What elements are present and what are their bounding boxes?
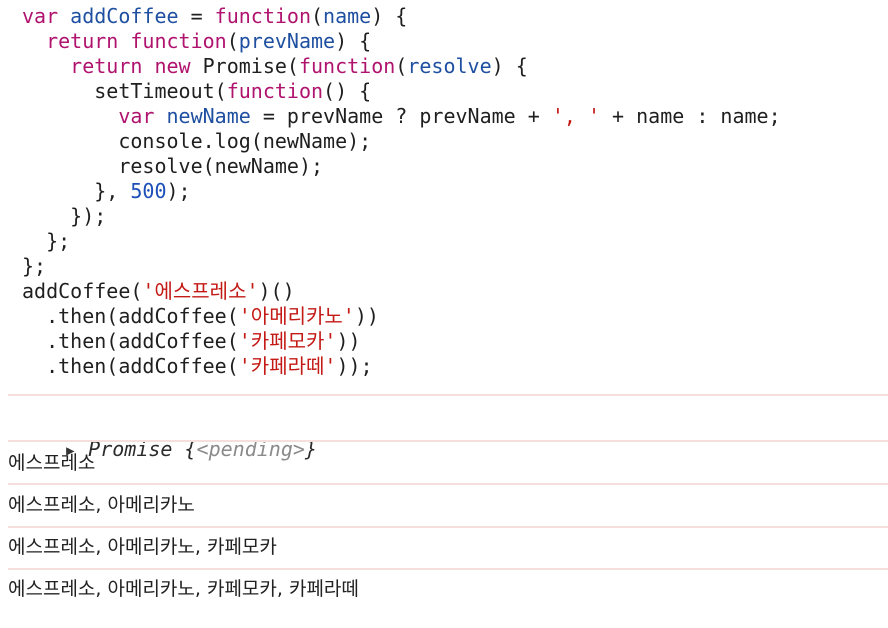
code-token: var [22,4,59,28]
code-token: resolve(newName); [22,154,324,178]
code-token: }); [22,204,107,228]
code-token: '아메리카노' [238,304,355,328]
console-log-line: 에스프레소, 아메리카노, 카페모카, 카페라떼 [8,578,359,600]
code-token: ( [226,29,239,53]
code-token: addCoffee [70,4,179,28]
code-token: ', ' [551,104,600,128]
code-token: ); [166,179,191,203]
code-token: name [323,4,372,28]
code-token: ) { [371,4,408,28]
code-token: function [298,54,396,78]
separator [8,440,888,442]
code-token: }, [22,179,131,203]
code-token: '카페모카' [238,329,337,353]
console-log-line: 에스프레소 [8,452,96,474]
code-token: addCoffee( [22,279,143,303]
code-token: () { [323,79,372,103]
code-token: newName [166,104,251,128]
code-token: }; [22,229,71,253]
code-token: prevName [238,29,336,53]
code-line: var addCoffee = function(name) { [22,4,781,29]
console-log-line: 에스프레소, 아메리카노, 카페모카 [8,536,277,558]
code-line: .then(addCoffee('카페모카')) [22,329,781,354]
promise-result-row[interactable]: ▶ Promise {<pending>} [18,404,317,461]
code-token: )() [258,279,295,303]
code-line: .then(addCoffee('아메리카노')) [22,304,781,329]
code-token: console.log(newName); [22,129,372,153]
code-token: var [118,104,155,128]
code-token: .then(addCoffee( [22,354,239,378]
code-token: new [154,54,191,78]
separator [8,394,888,396]
code-token: .then(addCoffee( [22,304,239,328]
code-token: .then(addCoffee( [22,329,239,353]
code-token: function [226,79,324,103]
code-line: .then(addCoffee('카페라떼')); [22,354,781,379]
code-line: resolve(newName); [22,154,781,179]
code-token: setTimeout( [22,79,227,103]
code-token: ( [395,54,408,78]
code-line: }; [22,229,781,254]
code-token: return [70,54,143,78]
code-line: }; [22,254,781,279]
code-token: '카페라떼' [238,354,337,378]
code-token: )) [354,304,379,328]
separator [8,568,888,570]
code-token: ( [311,4,324,28]
code-input-block: var addCoffee = function(name) { return … [22,4,781,379]
separator [8,526,888,528]
code-token: 500 [130,179,167,203]
code-line: setTimeout(function() { [22,79,781,104]
separator [8,483,888,485]
code-token: function [130,29,227,53]
code-token: resolve [407,54,492,78]
code-line: console.log(newName); [22,129,781,154]
console-log-line: 에스프레소, 아메리카노 [8,494,195,516]
code-token: )); [336,354,373,378]
code-line: var newName = prevName ? prevName + ', '… [22,104,781,129]
code-line: }, 500); [22,179,781,204]
code-token: = prevName ? prevName + [250,104,552,128]
code-line: return function(prevName) { [22,29,781,54]
code-token: + name : name; [600,104,781,128]
code-line: addCoffee('에스프레소')() [22,279,781,304]
code-token: return [46,29,119,53]
code-token: Promise( [190,54,299,78]
devtools-console: var addCoffee = function(name) { return … [0,0,888,628]
code-token: function [214,4,311,28]
code-token: ) { [491,54,528,78]
code-token: )) [336,329,361,353]
code-token: '에스프레소' [142,279,259,303]
code-token: }; [22,254,47,278]
code-token: = [178,4,215,28]
code-line: }); [22,204,781,229]
code-line: return new Promise(function(resolve) { [22,54,781,79]
code-token: ) { [335,29,372,53]
